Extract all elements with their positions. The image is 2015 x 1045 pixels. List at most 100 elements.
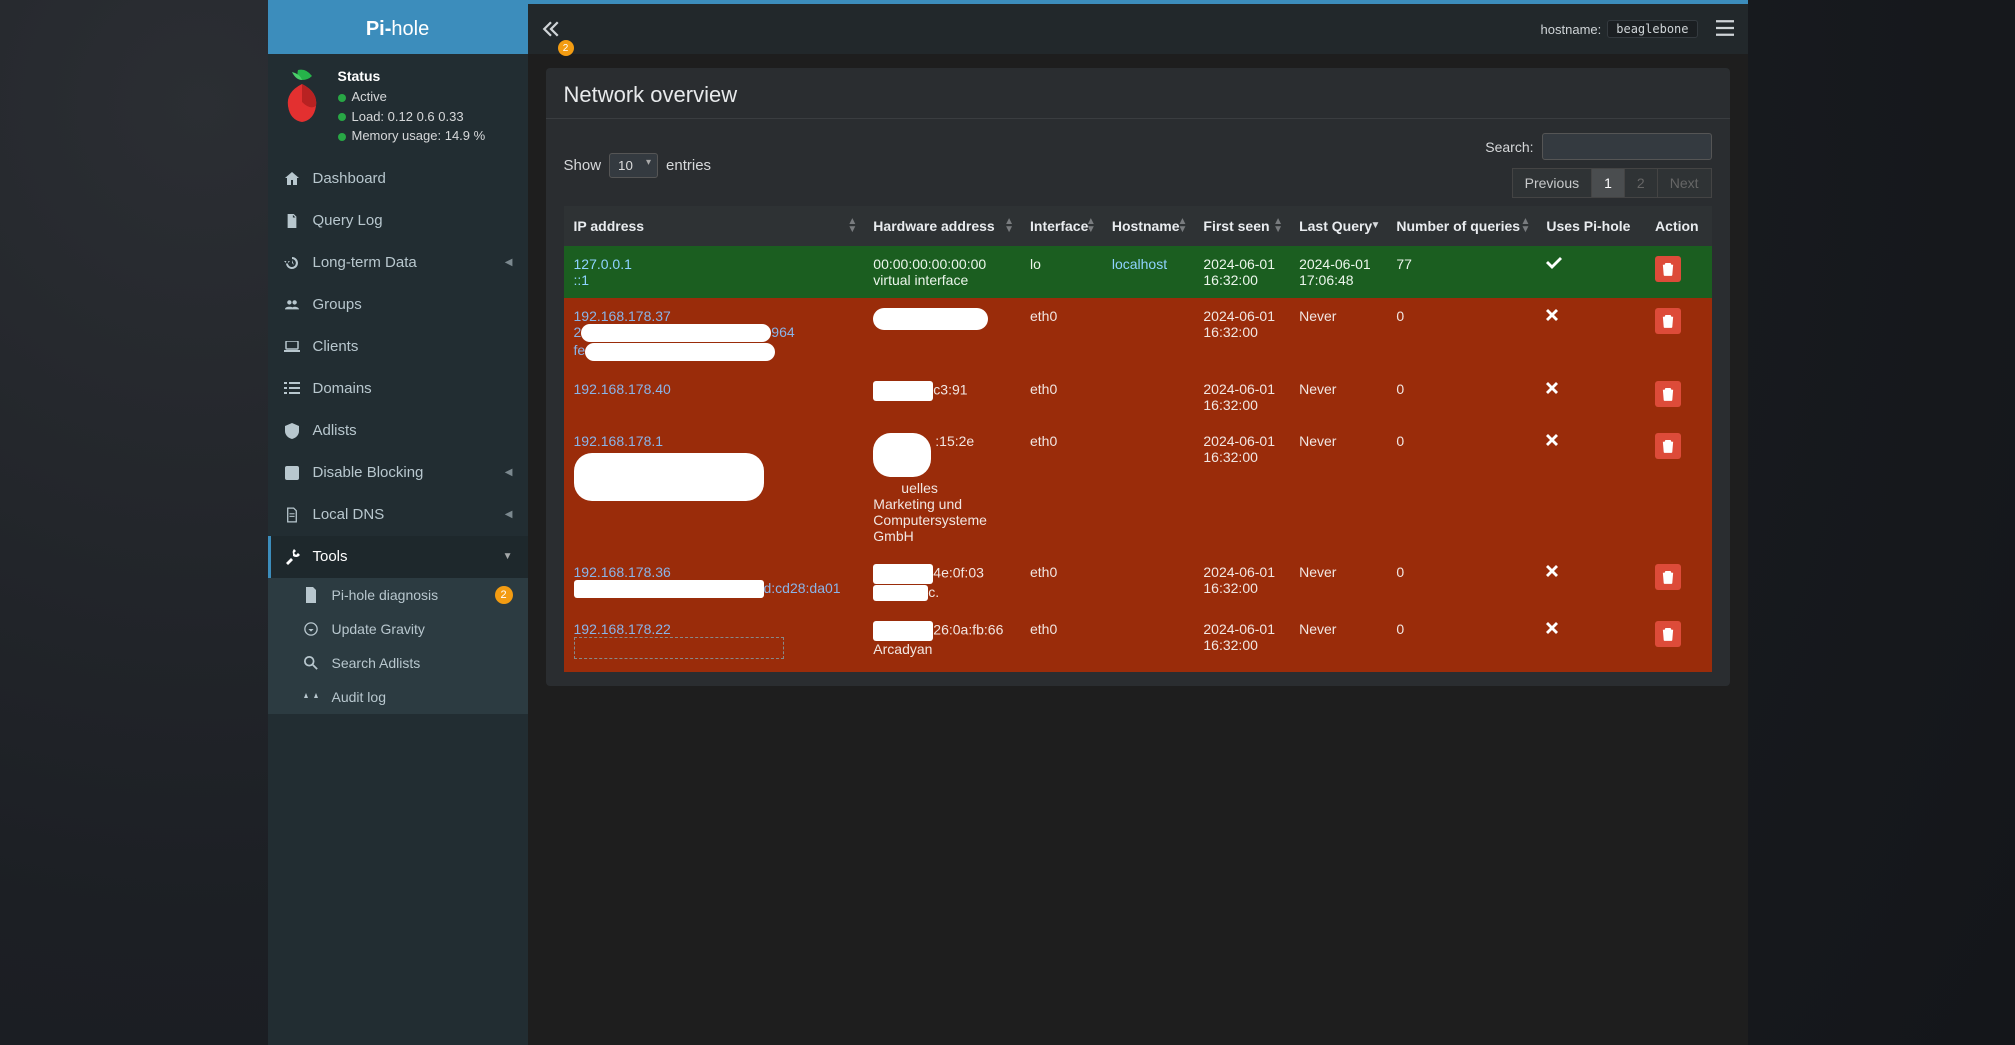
cell-uses: [1536, 554, 1645, 611]
cell-hw: c3:91: [863, 371, 1020, 423]
list-icon: [283, 380, 301, 398]
sidebar-item-label: Update Gravity: [332, 621, 425, 637]
delete-button[interactable]: [1655, 564, 1681, 590]
delete-button[interactable]: [1655, 256, 1681, 282]
sidebar-item-label: Adlists: [313, 422, 357, 439]
cell-iface: eth0: [1020, 554, 1102, 611]
ip-link[interactable]: 192.168.178.22: [574, 621, 671, 637]
sidebar-nav: Dashboard Query Log Long-term Data ◀ Gro…: [268, 158, 528, 714]
ip-link[interactable]: 192.168.178.37: [574, 308, 671, 324]
cell-first: 2024-06-0116:32:00: [1193, 554, 1289, 611]
cell-first: 2024-06-0116:32:00: [1193, 298, 1289, 371]
network-panel: Network overview Show 10 entries Search:: [546, 68, 1730, 686]
sidebar-item-domains[interactable]: Domains: [268, 368, 528, 410]
page-next-button[interactable]: Next: [1657, 168, 1712, 198]
ip-link[interactable]: 127.0.0.1: [574, 256, 632, 272]
sidebar-item-label: Disable Blocking: [313, 464, 424, 481]
hostname-display: hostname: beaglebone: [1541, 20, 1698, 38]
delete-button[interactable]: [1655, 621, 1681, 647]
ip-link[interactable]: 192.168.178.36: [574, 564, 671, 580]
sidebar-item-label: Tools: [313, 548, 348, 565]
ip-link[interactable]: 192.168.178.40: [574, 381, 671, 397]
ip-link[interactable]: 2: [574, 324, 582, 340]
col-iface[interactable]: Interface▲▼: [1020, 206, 1102, 246]
sidebar-item-label: Dashboard: [313, 170, 386, 187]
sidebar: Pi-hole Status Active Load: 0.12 0.6 0.3…: [268, 4, 528, 1045]
col-host[interactable]: Hostname▲▼: [1102, 206, 1194, 246]
cell-hostname: [1102, 371, 1194, 423]
shield-icon: [283, 422, 301, 440]
sidebar-item-adlists[interactable]: Adlists: [268, 410, 528, 452]
cell-num: 0: [1386, 554, 1536, 611]
col-uses[interactable]: Uses Pi-hole: [1536, 206, 1645, 246]
notification-badge: 2: [558, 40, 574, 56]
cell-hw: [863, 298, 1020, 371]
cell-last: Never: [1289, 611, 1386, 672]
cell-action: [1645, 423, 1711, 554]
cell-first: 2024-06-0116:32:00: [1193, 611, 1289, 672]
delete-button[interactable]: [1655, 308, 1681, 334]
sidebar-item-label: Clients: [313, 338, 359, 355]
cell-iface: eth0: [1020, 611, 1102, 672]
sidebar-item-querylog[interactable]: Query Log: [268, 200, 528, 242]
col-first[interactable]: First seen▲▼: [1193, 206, 1289, 246]
search-input[interactable]: [1542, 133, 1712, 160]
brand-logo[interactable]: Pi-hole: [268, 4, 528, 54]
cell-uses: [1536, 298, 1645, 371]
sidebar-item-gravity[interactable]: Update Gravity: [268, 612, 528, 646]
cell-iface: eth0: [1020, 298, 1102, 371]
sidebar-item-label: Query Log: [313, 212, 383, 229]
entries-selector: Show 10 entries: [564, 153, 712, 178]
chevron-left-icon: ◀: [505, 467, 513, 478]
entries-select[interactable]: 10: [609, 153, 658, 178]
col-action: Action: [1645, 206, 1711, 246]
cell-num: 77: [1386, 246, 1536, 298]
sidebar-item-localdns[interactable]: Local DNS ◀: [268, 494, 528, 536]
sidebar-item-search-adlists[interactable]: Search Adlists: [268, 646, 528, 680]
chevron-down-icon: ▼: [503, 551, 513, 562]
col-num[interactable]: Number of queries▲▼: [1386, 206, 1536, 246]
search-label: Search:: [1485, 139, 1533, 155]
sidebar-item-dashboard[interactable]: Dashboard: [268, 158, 528, 200]
page-prev-button[interactable]: Previous: [1512, 168, 1592, 198]
cell-uses: [1536, 371, 1645, 423]
users-icon: [283, 296, 301, 314]
sidebar-item-clients[interactable]: Clients: [268, 326, 528, 368]
delete-button[interactable]: [1655, 433, 1681, 459]
status-panel: Status Active Load: 0.12 0.6 0.33 Memory…: [268, 54, 528, 158]
cross-icon: [1546, 564, 1558, 581]
ip-link[interactable]: fe: [574, 342, 586, 358]
sidebar-item-groups[interactable]: Groups: [268, 284, 528, 326]
cell-iface: eth0: [1020, 423, 1102, 554]
page-2-button[interactable]: 2: [1624, 168, 1658, 198]
sidebar-item-diagnosis[interactable]: Pi-hole diagnosis 2: [268, 578, 528, 612]
cell-last: Never: [1289, 298, 1386, 371]
page-title: Network overview: [564, 82, 1712, 108]
sidebar-item-label: Groups: [313, 296, 362, 313]
cell-hostname: [1102, 611, 1194, 672]
cross-icon: [1546, 381, 1558, 398]
cell-num: 0: [1386, 298, 1536, 371]
delete-button[interactable]: [1655, 381, 1681, 407]
ip-link[interactable]: ::1: [574, 272, 590, 288]
sidebar-item-auditlog[interactable]: Audit log: [268, 680, 528, 714]
brand-prefix: Pi-: [366, 18, 392, 40]
menu-button[interactable]: [1716, 20, 1734, 39]
topbar: 2 hostname: beaglebone: [528, 4, 1748, 54]
status-load: Load: 0.12 0.6 0.33: [338, 107, 486, 127]
ip-link[interactable]: 192.168.178.1: [574, 433, 664, 449]
col-hw[interactable]: Hardware address▲▼: [863, 206, 1020, 246]
status-active: Active: [338, 87, 486, 107]
hostname-link[interactable]: localhost: [1112, 256, 1167, 272]
sidebar-item-tools[interactable]: Tools ▼: [268, 536, 528, 578]
sidebar-item-longterm[interactable]: Long-term Data ◀: [268, 242, 528, 284]
cell-ip: 192.168.178.40: [564, 371, 864, 423]
table-row: 192.168.178.2226:0a:fb:66Arcadyaneth0202…: [564, 611, 1712, 672]
col-last[interactable]: Last Query▼: [1289, 206, 1386, 246]
sidebar-item-disableblocking[interactable]: Disable Blocking ◀: [268, 452, 528, 494]
sidebar-item-label: Pi-hole diagnosis: [332, 587, 439, 603]
cell-first: 2024-06-0116:32:00: [1193, 246, 1289, 298]
page-1-button[interactable]: 1: [1591, 168, 1625, 198]
col-ip[interactable]: IP address▲▼: [564, 206, 864, 246]
sidebar-toggle-button[interactable]: 2: [542, 20, 560, 38]
